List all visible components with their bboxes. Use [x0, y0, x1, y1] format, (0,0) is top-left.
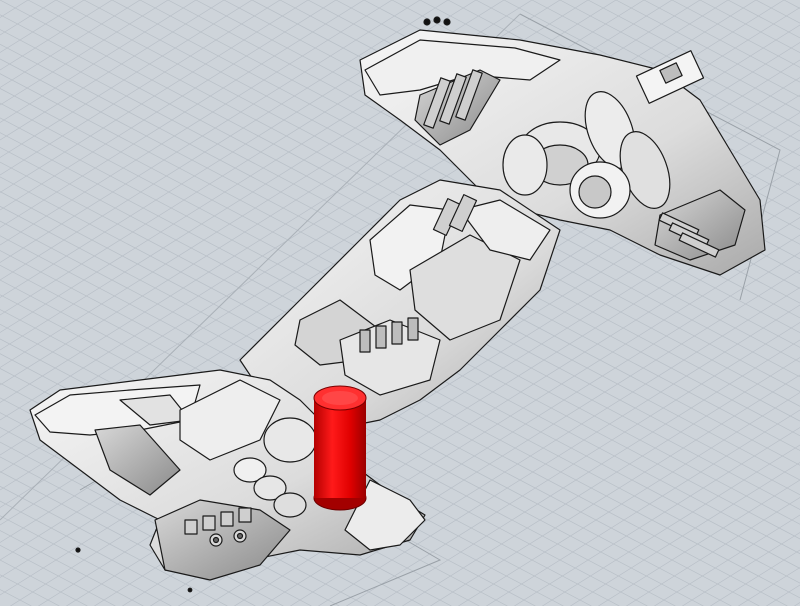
grid-line	[0, 0, 113, 71]
grid-line	[0, 515, 172, 606]
grid-line	[0, 0, 141, 88]
viewport-canvas[interactable]	[0, 0, 800, 606]
grid-line	[0, 0, 169, 106]
grid-line	[783, 0, 800, 9]
cad-3d-viewport[interactable]	[0, 0, 800, 606]
grid-line	[0, 544, 116, 606]
selected-red-cylinder[interactable]	[313, 385, 367, 511]
